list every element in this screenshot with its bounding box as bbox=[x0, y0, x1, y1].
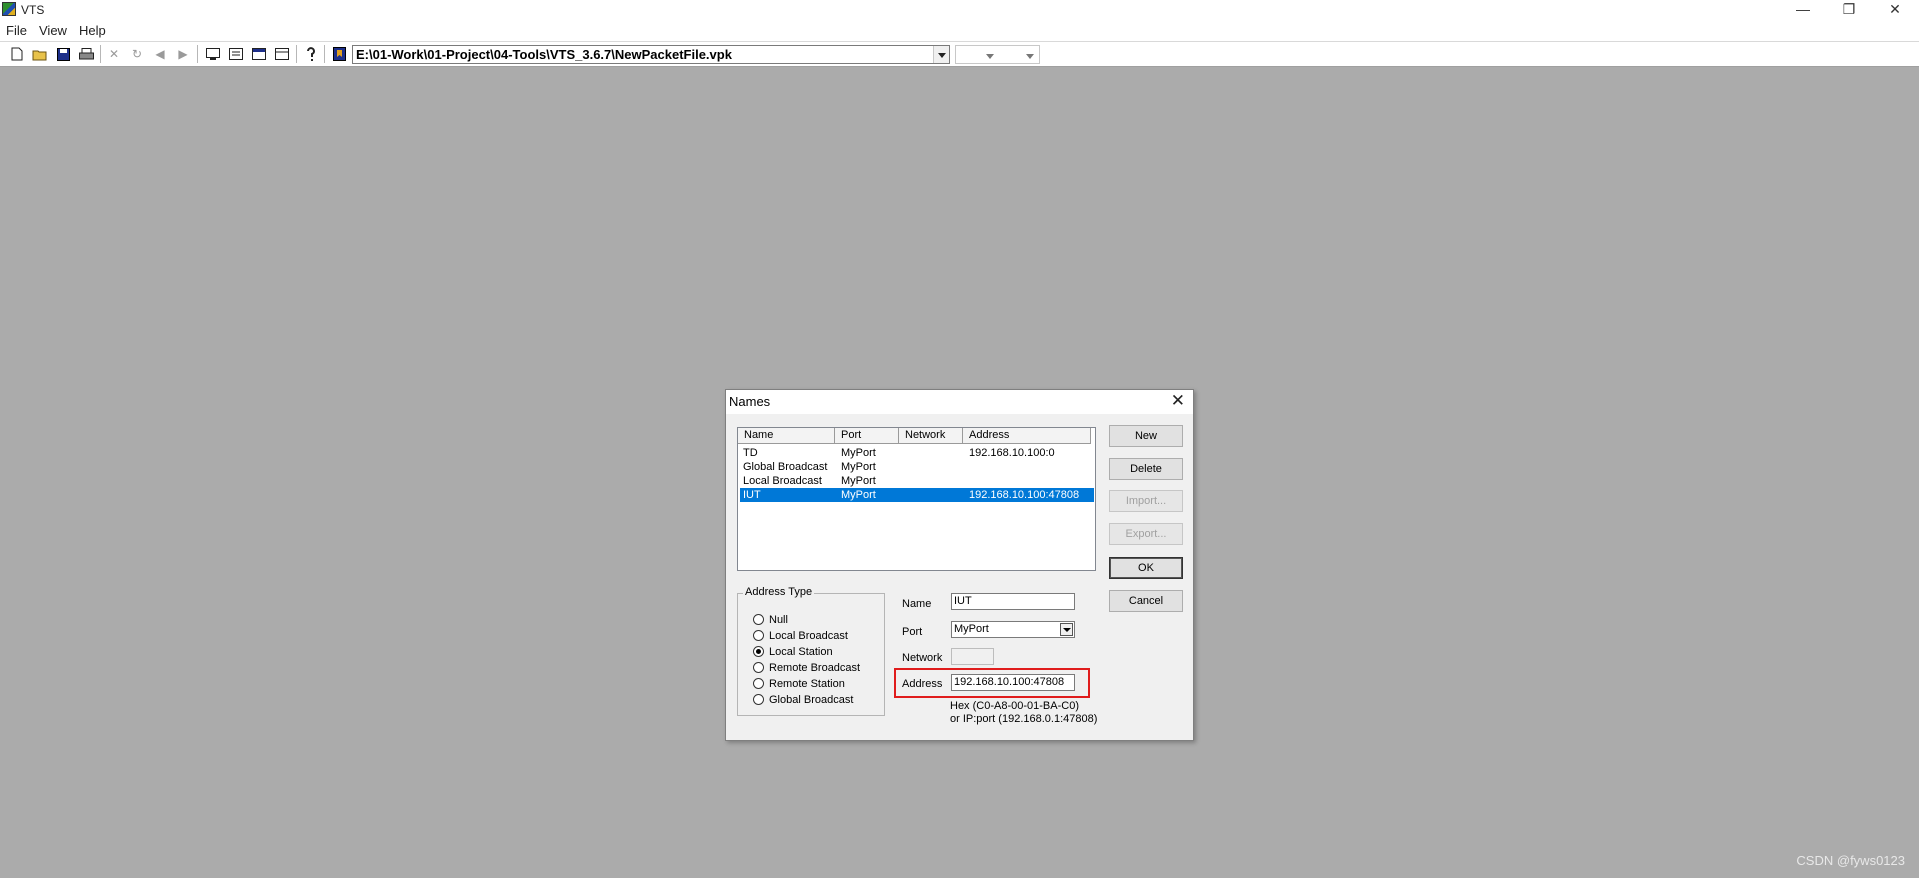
names-list[interactable]: Name Port Network Address TD MyPort 192.… bbox=[737, 427, 1096, 571]
column-network[interactable]: Network bbox=[899, 428, 963, 444]
row-port: MyPort bbox=[841, 489, 876, 501]
list-header: Name Port Network Address bbox=[738, 428, 1095, 444]
delete-icon[interactable]: ✕ bbox=[105, 45, 123, 63]
secondary-combo[interactable] bbox=[955, 45, 1040, 64]
chevron-down-icon[interactable] bbox=[986, 54, 994, 59]
chevron-down-icon[interactable] bbox=[933, 46, 949, 63]
port-select-value: MyPort bbox=[954, 623, 989, 635]
dialog-title: Names bbox=[729, 394, 771, 409]
toolbar: ✕ ↻ ◀ ▶ E:\01-Work\01-Project\04-Tools\V… bbox=[0, 41, 1919, 67]
dialog-title-bar: Names ✕ bbox=[726, 390, 1193, 414]
radio-label: Local Station bbox=[769, 646, 833, 658]
new-file-icon[interactable] bbox=[8, 45, 26, 63]
column-port[interactable]: Port bbox=[835, 428, 899, 444]
export-button[interactable]: Export... bbox=[1109, 523, 1183, 545]
close-icon[interactable]: ✕ bbox=[1171, 392, 1185, 410]
names-icon[interactable] bbox=[227, 45, 245, 63]
row-name: Global Broadcast bbox=[743, 461, 828, 473]
row-address: 192.168.10.100:0 bbox=[969, 447, 1055, 459]
address-type-label: Address Type bbox=[743, 586, 815, 598]
radio-label: Null bbox=[769, 614, 788, 626]
row-name: Local Broadcast bbox=[743, 475, 822, 487]
chevron-down-icon[interactable] bbox=[1060, 623, 1073, 636]
delete-button[interactable]: Delete bbox=[1109, 458, 1183, 480]
chevron-down-icon[interactable] bbox=[1026, 54, 1034, 59]
radio-label: Remote Station bbox=[769, 678, 845, 690]
column-address[interactable]: Address bbox=[963, 428, 1091, 444]
radio-checked-icon[interactable] bbox=[753, 646, 764, 657]
hex-hint: Hex (C0-A8-00-01-BA-C0) bbox=[950, 700, 1079, 712]
radio-icon[interactable] bbox=[753, 694, 764, 705]
help-icon[interactable] bbox=[302, 45, 320, 63]
radio-icon[interactable] bbox=[753, 678, 764, 689]
radio-icon[interactable] bbox=[753, 662, 764, 673]
back-arrow-icon[interactable]: ◀ bbox=[151, 45, 169, 63]
window-title: VTS bbox=[21, 3, 45, 17]
row-address: 192.168.10.100:47808 bbox=[969, 489, 1080, 501]
row-name: IUT bbox=[743, 489, 761, 501]
row-name: TD bbox=[743, 447, 758, 459]
port-label: Port bbox=[902, 626, 923, 638]
menu-view[interactable]: View bbox=[39, 23, 67, 38]
list-item[interactable]: Global Broadcast MyPort bbox=[740, 460, 1094, 474]
cancel-button[interactable]: Cancel bbox=[1109, 590, 1183, 612]
row-port: MyPort bbox=[841, 461, 876, 473]
address-label: Address bbox=[902, 678, 943, 690]
menu-bar: File View Help bbox=[0, 20, 1919, 41]
forward-arrow-icon[interactable]: ▶ bbox=[174, 45, 192, 63]
ok-button[interactable]: OK bbox=[1109, 557, 1183, 579]
radio-label: Remote Broadcast bbox=[769, 662, 861, 674]
menu-help[interactable]: Help bbox=[79, 23, 106, 38]
monitor-icon[interactable] bbox=[204, 45, 222, 63]
list-item[interactable]: Local Broadcast MyPort bbox=[740, 474, 1094, 488]
port-select[interactable]: MyPort bbox=[951, 621, 1075, 638]
import-button[interactable]: Import... bbox=[1109, 490, 1183, 512]
print-icon[interactable] bbox=[77, 45, 95, 63]
watermark: CSDN @fyws0123 bbox=[1796, 853, 1905, 868]
panel-icon[interactable] bbox=[273, 45, 291, 63]
close-window-button[interactable]: ✕ bbox=[1872, 0, 1918, 20]
new-button[interactable]: New bbox=[1109, 425, 1183, 447]
file-path-combo[interactable]: E:\01-Work\01-Project\04-Tools\VTS_3.6.7… bbox=[352, 45, 950, 64]
list-item-selected[interactable]: IUT MyPort 192.168.10.100:47808 bbox=[740, 488, 1094, 502]
column-name[interactable]: Name bbox=[738, 428, 835, 444]
window-icon[interactable] bbox=[250, 45, 268, 63]
ip-port-hint: or IP:port (192.168.0.1:47808) bbox=[950, 713, 1098, 725]
open-folder-icon[interactable] bbox=[31, 45, 49, 63]
save-icon[interactable] bbox=[54, 45, 72, 63]
radio-label: Local Broadcast bbox=[769, 630, 848, 642]
network-input[interactable] bbox=[951, 648, 994, 665]
vts-app-icon bbox=[2, 2, 16, 16]
name-label: Name bbox=[902, 598, 932, 610]
refresh-icon[interactable]: ↻ bbox=[128, 45, 146, 63]
title-bar: VTS — ❐ ✕ bbox=[0, 0, 1919, 20]
bookmark-icon[interactable] bbox=[330, 45, 348, 63]
row-port: MyPort bbox=[841, 447, 876, 459]
minimize-button[interactable]: — bbox=[1780, 0, 1826, 20]
menu-file[interactable]: File bbox=[6, 23, 27, 38]
radio-icon[interactable] bbox=[753, 630, 764, 641]
names-dialog: Names ✕ Name Port Network Address TD MyP… bbox=[725, 389, 1194, 741]
radio-icon[interactable] bbox=[753, 614, 764, 625]
network-label: Network bbox=[902, 652, 943, 664]
radio-label: Global Broadcast bbox=[769, 694, 854, 706]
name-input[interactable]: IUT bbox=[951, 593, 1075, 610]
list-item[interactable]: TD MyPort 192.168.10.100:0 bbox=[740, 446, 1094, 460]
address-input[interactable]: 192.168.10.100:47808 bbox=[951, 674, 1075, 691]
address-type-group: Address Type Null Local Broadcast Local … bbox=[737, 586, 885, 716]
restore-button[interactable]: ❐ bbox=[1826, 0, 1872, 20]
row-port: MyPort bbox=[841, 475, 876, 487]
file-path-text: E:\01-Work\01-Project\04-Tools\VTS_3.6.7… bbox=[356, 47, 732, 62]
